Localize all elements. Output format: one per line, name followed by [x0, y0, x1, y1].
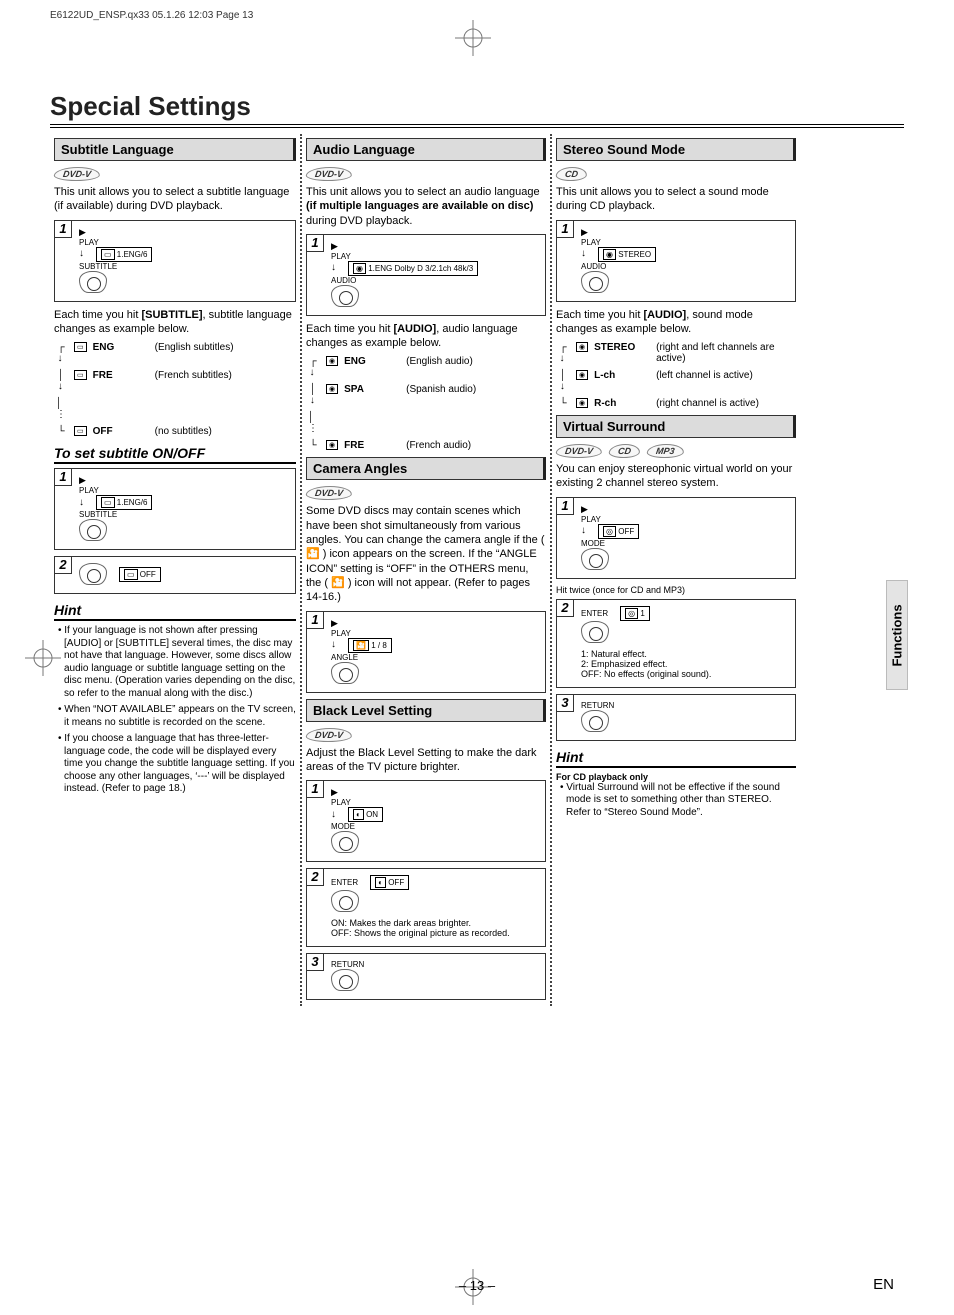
hint-item: • If you choose a language that has thre…: [58, 733, 296, 796]
stereo-text: This unit allows you to select a sound m…: [556, 185, 796, 214]
hint-heading: Hint: [556, 749, 796, 768]
subtitle-cycle-text: Each time you hit [SUBTITLE], subtitle l…: [54, 308, 296, 337]
vs-step1: 1 ▶ PLAY ↓◎ OFF MODE: [556, 497, 796, 579]
subtitle-button-label: SUBTITLE: [79, 262, 289, 271]
dvd-badge: DVD-V: [555, 444, 603, 458]
black-level-header: Black Level Setting: [306, 699, 546, 722]
page-number: – 13 –: [0, 1278, 954, 1293]
black-step2: 2 ENTER◐ OFF ON: Makes the dark areas br…: [306, 868, 546, 947]
camera-angles-text: Some DVD discs may contain scenes which …: [306, 504, 546, 604]
remote-icon: [79, 271, 107, 293]
subtitle-intro: This unit allows you to select a subtitl…: [54, 185, 296, 214]
vs-note: Hit twice (once for CD and MP3): [556, 585, 796, 595]
crop-mark-left: [25, 640, 61, 676]
side-tab-functions: Functions: [886, 580, 908, 690]
black-step3: 3 RETURN: [306, 953, 546, 1000]
cd-badge: CD: [555, 167, 588, 181]
subtitle-onoff-step2: 2 ▭ OFF: [54, 556, 296, 594]
subtitle-onoff-step1: 1 ▶ PLAY ↓▭ 1.ENG/6 SUBTITLE: [54, 468, 296, 550]
play-label: PLAY: [79, 238, 289, 247]
step-number: 1: [54, 220, 72, 238]
black-explain: ON: Makes the dark areas brighter. OFF: …: [331, 918, 539, 938]
black-level-text: Adjust the Black Level Setting to make t…: [306, 746, 546, 775]
audio-intro: This unit allows you to select an audio …: [306, 185, 546, 228]
stereo-cycle-text: Each time you hit [AUDIO], sound mode ch…: [556, 308, 796, 337]
vs-step3: 3 RETURN: [556, 694, 796, 741]
stereo-mode-header: Stereo Sound Mode: [556, 138, 796, 161]
virtual-surround-header: Virtual Surround: [556, 415, 796, 438]
audio-language-header: Audio Language: [306, 138, 546, 161]
virtual-surround-text: You can enjoy stereophonic virtual world…: [556, 462, 796, 491]
angle-step1: 1 ▶ PLAY ↓🎦 1 / 8 ANGLE: [306, 611, 546, 693]
audio-cycle-text: Each time you hit [AUDIO], audio languag…: [306, 322, 546, 351]
hint-item: • When “NOT AVAILABLE” appears on the TV…: [58, 704, 296, 729]
hint-item: • If your language is not shown after pr…: [58, 625, 296, 700]
audio-step1: 1 ▶ PLAY ↓◉ 1.ENG Dolby D 3/2.1ch 48k/3 …: [306, 234, 546, 316]
vs-effects: 1: Natural effect. 2: Emphasized effect.…: [581, 649, 789, 679]
subtitle-onoff-heading: To set subtitle ON/OFF: [54, 445, 296, 464]
hint-item: • Virtual Surround will not be effective…: [560, 782, 796, 820]
vs-step2: 2 ENTER◎ 1 1: Natural effect. 2: Emphasi…: [556, 599, 796, 688]
dvd-badge: DVD-V: [53, 167, 101, 181]
hint-list: • If your language is not shown after pr…: [54, 625, 296, 796]
dvd-badge: DVD-V: [305, 728, 353, 742]
dvd-badge: DVD-V: [305, 486, 353, 500]
page-title: Special Settings: [50, 91, 904, 128]
dvd-badge: DVD-V: [305, 167, 353, 181]
cd-badge: CD: [608, 444, 641, 458]
arrow-down-icon: ↓: [79, 249, 84, 259]
hint-heading: Hint: [54, 602, 296, 621]
black-step1: 1 ▶ PLAY ↓◐ ON MODE: [306, 780, 546, 862]
subtitle-language-header: Subtitle Language: [54, 138, 296, 161]
play-icon: ▶: [79, 227, 86, 238]
mp3-badge: MP3: [646, 444, 684, 458]
side-tab-label: Functions: [890, 604, 905, 666]
stereo-step1: 1 ▶ PLAY ↓◉ STEREO AUDIO: [556, 220, 796, 302]
osd-display: ▭ 1.ENG/6: [96, 247, 152, 262]
camera-angles-header: Camera Angles: [306, 457, 546, 480]
lang-tag: EN: [873, 1276, 894, 1293]
hint-subheading: For CD playback only: [556, 772, 796, 782]
crop-mark-top: [455, 20, 491, 56]
audio-sequence: ┌↓◉ENG(English audio) │↓◉SPA(Spanish aud…: [306, 356, 546, 451]
subtitle-step1: 1 ▶ PLAY ↓ ▭ 1.ENG/6 SUBTITLE: [54, 220, 296, 302]
stereo-sequence: ┌↓◉STEREO(right and left channels are ac…: [556, 342, 796, 409]
subtitle-sequence: ┌↓▭ENG(English subtitles) │↓▭FRE(French …: [54, 342, 296, 437]
